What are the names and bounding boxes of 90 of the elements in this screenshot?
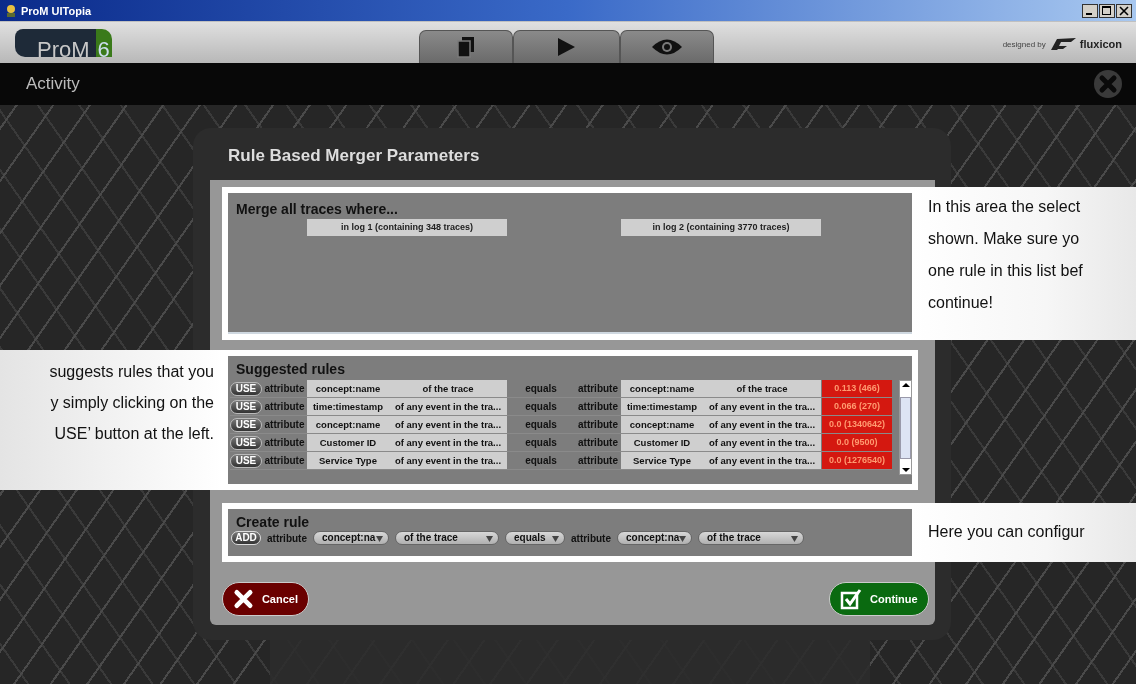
play-tab[interactable] [512, 30, 620, 63]
table-cell-text: of the trace [735, 383, 789, 394]
checkbox-icon [840, 588, 862, 610]
attribute-label: attribute [263, 437, 306, 448]
table-cell-text: time:timestamp [625, 401, 699, 412]
operator-label: equals [524, 383, 558, 394]
attribute-label: attribute [267, 532, 307, 544]
attribute-label: attribute [577, 455, 619, 466]
documents-tab[interactable] [418, 30, 513, 63]
table-cell-text: time:timestamp [311, 401, 385, 412]
table-cell-text: of any event in the tra... [707, 437, 817, 448]
table-cell-text: concept:name [628, 383, 696, 394]
attribute-label: attribute [263, 455, 306, 466]
table-cell-text: of the trace [421, 383, 475, 394]
column-header: in log 1 (containing 348 traces) [307, 219, 507, 236]
table-cell-text: Service Type [632, 455, 692, 466]
dropdown[interactable]: concept:na [313, 531, 389, 545]
table-cell-text: concept:name [314, 383, 382, 394]
scroll-up-icon[interactable] [900, 381, 911, 389]
caret-icon [679, 536, 686, 542]
attribute-label: attribute [577, 383, 619, 394]
score-cell: 0.066 (270) [822, 398, 892, 415]
operator-label: equals [524, 437, 558, 448]
attribute-label: attribute [577, 401, 619, 412]
close-icon[interactable] [1116, 3, 1132, 18]
dropdown[interactable]: of the trace [395, 531, 499, 545]
use-button[interactable]: USE [230, 435, 262, 450]
scrollbar[interactable] [899, 380, 912, 475]
score-cell: 0.0 (1340642) [822, 416, 892, 433]
dropdown[interactable]: concept:na [617, 531, 692, 545]
continue-button[interactable]: Continue [829, 582, 929, 616]
use-button[interactable]: USE [230, 417, 262, 432]
table-cell-text: Service Type [318, 455, 378, 466]
attribute-label: attribute [263, 383, 306, 394]
section-heading: Suggested rules [235, 360, 346, 377]
use-button[interactable]: USE [230, 453, 262, 468]
cancel-button[interactable]: Cancel [222, 582, 309, 616]
score-cell: 0.0 (9500) [822, 434, 892, 451]
use-button[interactable]: USE [230, 381, 262, 396]
column-header: in log 2 (containing 3770 traces) [621, 219, 821, 236]
table-cell-text: Customer ID [632, 437, 692, 448]
table-cell-text: of any event in the tra... [393, 419, 503, 430]
activity-title: Activity [26, 74, 80, 94]
use-button[interactable]: USE [230, 399, 262, 414]
documents-icon [455, 36, 476, 58]
table-cell-text: of any event in the tra... [393, 401, 503, 412]
caret-icon [486, 536, 493, 542]
dialog-title: Rule Based Merger Parameters [227, 145, 481, 167]
table-cell-text: of any event in the tra... [393, 455, 503, 466]
section-heading: Merge all traces where... [235, 200, 399, 217]
operator-label: equals [524, 419, 558, 430]
section-heading: Create rule [235, 513, 311, 530]
score-cell: 0.113 (466) [822, 380, 892, 397]
logo-text: ProM [15, 29, 96, 57]
attribute-label: attribute [263, 419, 306, 430]
minimize-icon[interactable] [1082, 3, 1098, 18]
operator-label: equals [524, 401, 558, 412]
app-icon [4, 3, 18, 18]
play-icon [556, 37, 577, 57]
callout-text: In this area the select shown. Make sure yo one rule in this list bef continue! [912, 187, 1136, 340]
caret-icon [552, 536, 559, 542]
designed-by-text: designed by [1002, 39, 1046, 49]
score-cell: 0.0 (1276540) [822, 452, 892, 469]
view-tab[interactable] [619, 30, 714, 63]
attribute-label: attribute [577, 437, 619, 448]
attribute-label: attribute [571, 532, 611, 544]
close-icon [233, 588, 254, 610]
eye-icon [650, 38, 683, 56]
callout-text: Here you can configur [912, 503, 1136, 562]
table-cell-text: Customer ID [318, 437, 378, 448]
table-cell-text: of any event in the tra... [707, 401, 817, 412]
attribute-label: attribute [263, 401, 306, 412]
add-button[interactable]: ADD [231, 531, 261, 545]
maximize-icon[interactable] [1099, 3, 1115, 18]
table-cell-text: of any event in the tra... [707, 455, 817, 466]
caret-icon [791, 536, 798, 542]
brand-name: fluxicon [1079, 38, 1122, 50]
table-cell-text: concept:name [314, 419, 382, 430]
dropdown[interactable]: equals [505, 531, 565, 545]
operator-label: equals [524, 455, 558, 466]
caret-icon [376, 536, 383, 542]
brand-logo-icon [1048, 37, 1077, 51]
scroll-down-icon[interactable] [900, 466, 911, 474]
dropdown[interactable]: of the trace [698, 531, 804, 545]
table-cell-text: of any event in the tra... [707, 419, 817, 430]
callout-text: suggests rules that you y simply clicking on the USE’ button at the left. [0, 350, 222, 490]
table-cell-text: of any event in the tra... [393, 437, 503, 448]
attribute-label: attribute [577, 419, 619, 430]
table-cell-text: concept:name [628, 419, 696, 430]
window-title: ProM UITopia [21, 4, 92, 17]
